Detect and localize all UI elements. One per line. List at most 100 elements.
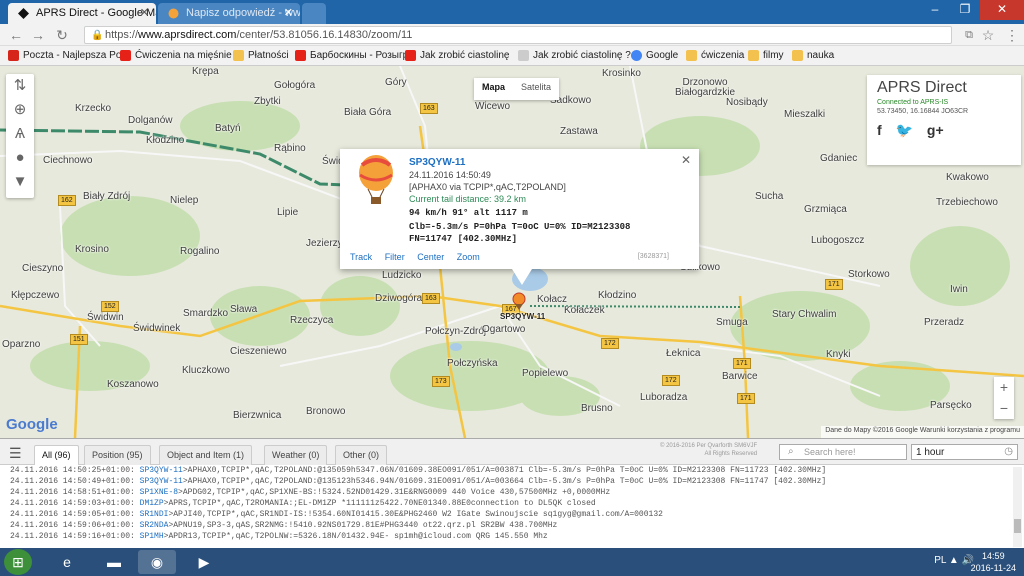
new-tab-button[interactable]	[302, 3, 326, 24]
close-tab-icon[interactable]: ✕	[140, 6, 149, 19]
tab-other[interactable]: Other (0)	[335, 445, 388, 465]
period-select[interactable]: 1 hour ◷	[911, 444, 1018, 460]
tab-object-and-item[interactable]: Object and Item (1)	[159, 445, 253, 465]
tab-aprs-direct[interactable]: APRS Direct - Google Ma ✕	[8, 3, 156, 24]
facebook-icon[interactable]: f	[877, 122, 882, 138]
map-place-label: Ciechnowo	[43, 155, 93, 166]
url-host: www.aprsdirect.com	[138, 29, 237, 41]
bookmark-item[interactable]: ćwiczenia	[686, 50, 744, 61]
folder-icon	[686, 50, 697, 61]
bookmark-item[interactable]: Jak zrobić ciastolinę	[405, 50, 509, 61]
close-icon[interactable]: ✕	[681, 153, 691, 167]
map-place-label: Biały Zdrój	[83, 191, 131, 202]
scrollbar-thumb[interactable]	[1014, 519, 1021, 533]
start-button[interactable]: ⊞	[4, 549, 32, 575]
road-shield: 163	[422, 293, 440, 304]
map-type-satelita[interactable]: Satelita	[513, 78, 559, 100]
map-place-label: Iwin	[950, 284, 968, 295]
record-icon[interactable]: ●	[6, 146, 34, 170]
map-canvas[interactable]: Krępa Gołogóra Krzecko Dolganów Batyń Zb…	[0, 66, 1024, 438]
zoom-in-button[interactable]: +	[994, 377, 1014, 398]
log-callsign[interactable]: SP3QYW-11	[140, 477, 183, 486]
clock-date: 2016-11-24	[970, 563, 1016, 573]
bookmark-item[interactable]: Płatności	[233, 50, 289, 61]
google-plus-icon[interactable]: g+	[927, 122, 944, 138]
packet-panel: ☰ All (96) Position (95) Object and Item…	[0, 438, 1024, 548]
map-place-label: Luboradza	[640, 392, 688, 403]
file-explorer-icon[interactable]: ▬	[95, 550, 133, 574]
log-text: >APDR13,TCPIP*,qAC,T2POLNW:=5326.18N/014…	[163, 532, 548, 541]
map-place-label: Batyń	[215, 123, 241, 134]
tab-weather[interactable]: Weather (0)	[264, 445, 328, 465]
taskbar-clock[interactable]: 14:59 2016-11-24	[971, 550, 1016, 574]
zoom-out-button[interactable]: −	[994, 398, 1014, 419]
crosshair-icon[interactable]: ⊕	[6, 98, 34, 122]
map-place-label: Cieszeniewo	[230, 346, 287, 357]
translate-icon[interactable]: ⧉	[961, 27, 977, 43]
road-shield: 172	[662, 375, 680, 386]
language-indicator[interactable]: PL	[934, 555, 946, 566]
bookmark-item[interactable]: Google	[631, 50, 678, 61]
tab-title: APRS Direct - Google Ma	[36, 7, 156, 19]
zoom-link[interactable]: Zoom	[457, 252, 480, 262]
menu-icon[interactable]: ⋮	[1004, 27, 1020, 43]
tab-position[interactable]: Position (95)	[84, 445, 151, 465]
tab-all[interactable]: All (96)	[34, 445, 79, 465]
map-place-label: Krosinko	[602, 68, 641, 79]
bookmark-item[interactable]: nauka	[792, 50, 834, 61]
filter-icon[interactable]: ▼	[6, 170, 34, 194]
map-place-label: Świdwin	[87, 312, 124, 323]
compass-icon[interactable]: Ѧ	[6, 122, 34, 146]
map-place-label: Sucha	[755, 191, 784, 202]
bookmark-item[interactable]: Ćwiczenia na mięśnie	[120, 50, 232, 61]
bookmark-label: Барбоскины - Розыгр	[310, 50, 409, 61]
system-tray: PL ▲ 🔊	[934, 555, 974, 566]
network-icon[interactable]: ▲	[949, 555, 959, 566]
map-place-label: Knyki	[826, 349, 851, 360]
map-type-mapa[interactable]: Mapa	[474, 78, 513, 100]
hamburger-menu-icon[interactable]: ☰	[9, 445, 22, 462]
lock-icon: 🔒	[91, 30, 104, 41]
log-row: 24.11.2016 14:50:25+01:00: SP3QYW-11>APH…	[10, 465, 1012, 476]
map-attribution[interactable]: Dane do Mapy ©2016 Google Warunki korzys…	[821, 426, 1024, 438]
bookmark-item[interactable]: filmy	[748, 50, 784, 61]
tab-napisz-odpowiedz[interactable]: Napisz odpowiedź - www. ✕	[158, 3, 300, 24]
close-tab-icon[interactable]: ✕	[284, 6, 293, 19]
url-input[interactable]: 🔒 https://www.aprsdirect.com/center/53.8…	[84, 26, 952, 44]
log-scrollbar[interactable]	[1013, 467, 1022, 547]
bookmark-item[interactable]: Jak zrobić ciastolinę ?	[518, 50, 631, 61]
log-callsign[interactable]: DM1ZP	[140, 499, 164, 508]
minimize-icon[interactable]: –	[920, 0, 950, 20]
log-time: 24.11.2016 14:50:49+01:00:	[10, 477, 135, 486]
twitter-icon[interactable]: 🐦	[896, 122, 913, 138]
reload-icon[interactable]: ↻	[54, 27, 70, 43]
log-callsign[interactable]: SR2NDA	[140, 521, 169, 530]
chrome-icon[interactable]: ◉	[138, 550, 176, 574]
road-shield: 172	[601, 338, 619, 349]
center-link[interactable]: Center	[417, 252, 444, 262]
maximize-icon[interactable]: ❐	[950, 0, 980, 20]
map-place-label: Storkowo	[848, 269, 890, 280]
internet-explorer-icon[interactable]: e	[48, 550, 86, 574]
road-shield: 162	[58, 195, 76, 206]
back-icon[interactable]: ←	[8, 27, 24, 43]
log-callsign[interactable]: SP3QYW-11	[140, 466, 183, 475]
track-link[interactable]: Track	[350, 252, 372, 262]
log-callsign[interactable]: SR1NDI	[140, 510, 169, 519]
search-input[interactable]: ⌕ Search here!	[779, 444, 907, 460]
popup-callsign[interactable]: SP3QYW-11	[409, 157, 630, 169]
swap-arrows-icon[interactable]: ⇅	[6, 74, 34, 98]
bookmark-item[interactable]: Барбоскины - Розыгр	[295, 50, 408, 61]
bookmark-star-icon[interactable]: ☆	[980, 27, 996, 43]
log-callsign[interactable]: SP1XNE-8	[140, 488, 178, 497]
filter-link[interactable]: Filter	[385, 252, 405, 262]
map-place-label: Krępa	[192, 66, 219, 77]
map-place-label: Lubogoszcz	[811, 235, 865, 246]
close-window-icon[interactable]: ✕	[980, 0, 1024, 20]
log-callsign[interactable]: SP1MH	[140, 532, 164, 541]
log-time: 24.11.2016 14:59:16+01:00:	[10, 532, 135, 541]
bookmark-item[interactable]: Poczta - Najlepsza Po	[8, 50, 121, 61]
media-player-icon[interactable]: ▶	[185, 550, 223, 574]
map-place-label: Cieszyno	[22, 263, 64, 274]
forward-icon[interactable]: →	[30, 27, 46, 43]
